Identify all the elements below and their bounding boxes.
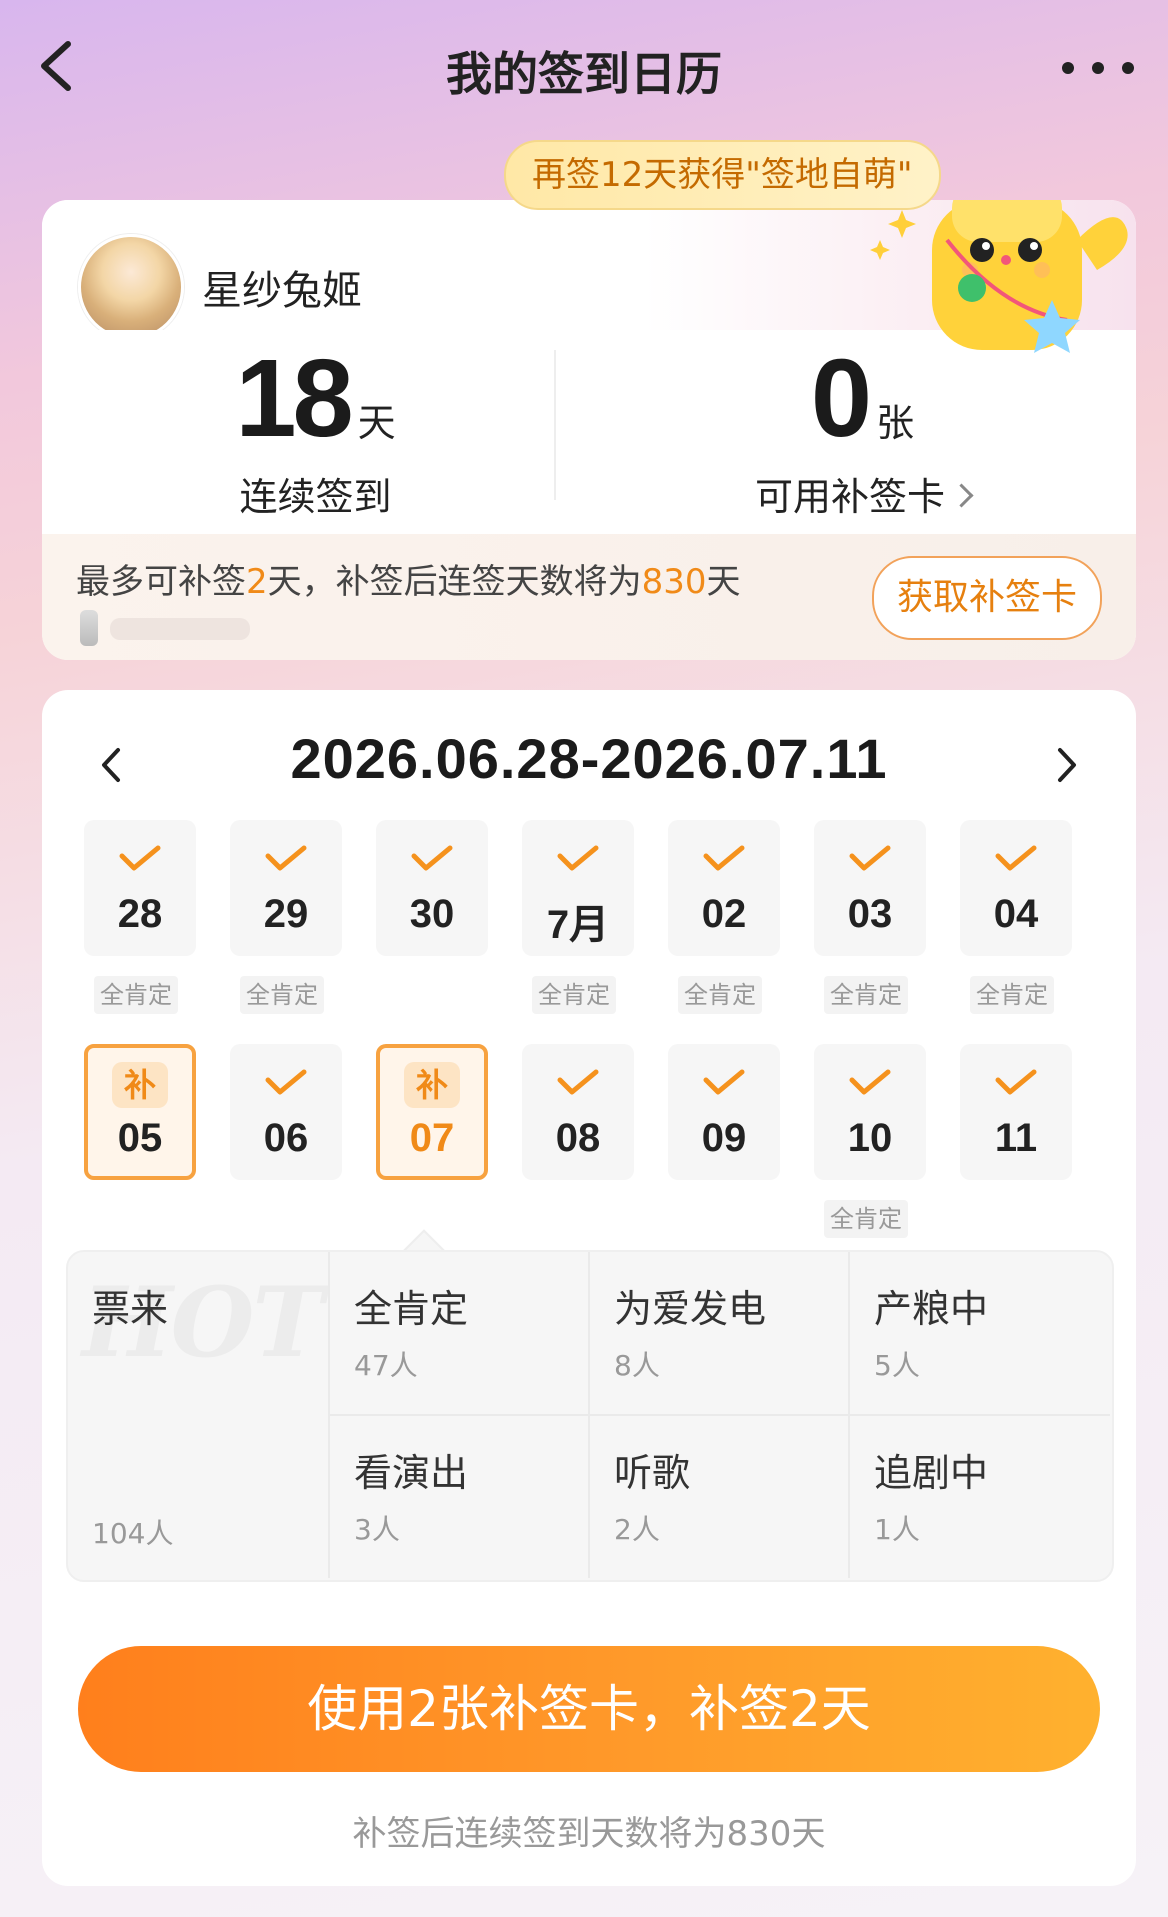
check-icon	[264, 844, 308, 872]
tag-option[interactable]: 产粮中 5人	[850, 1252, 1110, 1416]
calendar-day-makeup[interactable]: 补 07	[376, 1044, 488, 1180]
date-range: 2026.06.28-2026.07.11	[290, 727, 888, 790]
check-icon	[264, 1068, 308, 1096]
calendar-day-number: 28	[117, 892, 163, 936]
day-tag-label: 全肯定	[824, 1200, 908, 1238]
tag-name: 看演出	[354, 1451, 469, 1495]
calendar-day-checked[interactable]: 7月	[522, 820, 634, 956]
calendar-day-number: 02	[701, 892, 747, 936]
top-nav: 我的签到日历	[0, 0, 1168, 140]
check-icon	[118, 844, 162, 872]
stats-divider	[554, 350, 556, 500]
tag-option[interactable]: 为爱发电 8人	[590, 1252, 850, 1416]
tag-count: 8人	[614, 1349, 660, 1382]
calendar-day-checked[interactable]: 04	[960, 820, 1072, 956]
check-icon	[994, 1068, 1038, 1096]
tag-panel: HOT 票来 104人 全肯定 47人 为爱发电 8人 产粮中 5人 看演出 3人 听歌 2人 追剧中 1…	[66, 1250, 1114, 1582]
streak-days-value: 18	[235, 337, 353, 460]
tag-option[interactable]: 追剧中 1人	[850, 1416, 1110, 1578]
cta-note: 补签后连续签到天数将为830天	[352, 1814, 826, 1854]
day-tag-label: 全肯定	[970, 976, 1054, 1014]
calendar-day-number: 05	[117, 1116, 163, 1160]
makeup-card-stat[interactable]: 0张 可用补签卡	[589, 344, 1136, 521]
calendar-day-checked[interactable]: 09	[668, 1044, 780, 1180]
calendar-day-checked[interactable]: 29	[230, 820, 342, 956]
more-icon[interactable]	[1058, 40, 1138, 90]
chevron-right-icon	[949, 483, 974, 508]
day-tag-label: 全肯定	[532, 976, 616, 1014]
tag-option[interactable]: 票来 104人	[68, 1252, 330, 1578]
tag-name: 听歌	[614, 1451, 691, 1495]
check-icon	[848, 844, 892, 872]
check-icon	[556, 844, 600, 872]
tag-name: 追剧中	[874, 1451, 989, 1495]
streak-days-unit: 天	[357, 401, 396, 445]
calendar-day-number: 09	[701, 1116, 747, 1160]
blurred-item	[80, 610, 250, 646]
calendar-day-number: 07	[409, 1116, 455, 1160]
calendar-day-number: 30	[409, 892, 455, 936]
calendar-day-checked[interactable]: 03	[814, 820, 926, 956]
makeup-badge: 补	[404, 1062, 460, 1108]
calendar-day-checked[interactable]: 10	[814, 1044, 926, 1180]
profile-card: 星纱兔姬 18 天 连续签到 0张 可用补签卡 最多可补签2天，补签后连签天数将…	[42, 200, 1136, 660]
streak-stat: 18 天 连续签到	[42, 344, 589, 521]
page-title: 我的签到日历	[446, 47, 722, 101]
day-tag-label: 全肯定	[240, 976, 324, 1014]
check-icon	[702, 1068, 746, 1096]
streak-label: 连续签到	[239, 475, 392, 519]
day-tag-label: 全肯定	[824, 976, 908, 1014]
tag-option[interactable]: 全肯定 47人	[330, 1252, 590, 1416]
tag-count: 2人	[614, 1513, 660, 1546]
calendar-card: 2026.06.28-2026.07.11 28 全肯定 29 全肯定 30 7月全肯定 0…	[42, 690, 1136, 1886]
tag-name: 为爱发电	[614, 1287, 767, 1331]
tag-option[interactable]: 听歌 2人	[590, 1416, 850, 1578]
calendar-day-number: 10	[847, 1116, 893, 1160]
tag-option[interactable]: 看演出 3人	[330, 1416, 590, 1578]
tag-count: 3人	[354, 1513, 400, 1546]
calendar-day-number: 06	[263, 1116, 309, 1160]
makeup-card-unit: 张	[876, 401, 915, 445]
calendar-day-number: 7月	[546, 903, 610, 947]
makeup-card-label: 可用补签卡	[754, 475, 945, 519]
calendar-day-number: 08	[555, 1116, 601, 1160]
check-icon	[410, 844, 454, 872]
chevron-right-icon[interactable]	[1040, 740, 1090, 790]
makeup-badge: 补	[112, 1062, 168, 1108]
tag-name: 全肯定	[354, 1287, 469, 1331]
calendar-day-checked[interactable]: 08	[522, 1044, 634, 1180]
check-icon	[848, 1068, 892, 1096]
reward-promo-pill: 再签12天获得"签地自萌"	[504, 140, 941, 210]
makeup-card-count: 0	[810, 337, 872, 460]
calendar-day-checked[interactable]: 30	[376, 820, 488, 956]
use-makeup-card-button[interactable]: 使用2张补签卡，补签2天	[78, 1646, 1100, 1772]
calendar-day-checked[interactable]: 02	[668, 820, 780, 956]
tag-name: 产粮中	[874, 1287, 989, 1331]
username: 星纱兔姬	[202, 268, 362, 314]
check-icon	[994, 844, 1038, 872]
check-icon	[556, 1068, 600, 1096]
day-tag-label: 全肯定	[678, 976, 762, 1014]
makeup-info-strip: 最多可补签2天，补签后连签天数将为830天 获取补签卡	[42, 534, 1136, 660]
tag-count: 5人	[874, 1349, 920, 1382]
mascot-illustration	[870, 200, 1128, 353]
calendar-day-number: 29	[263, 892, 309, 936]
calendar-day-makeup[interactable]: 补 05	[84, 1044, 196, 1180]
calendar-header: 2026.06.28-2026.07.11	[42, 720, 1136, 810]
tag-count: 104人	[92, 1517, 174, 1550]
tag-count: 1人	[874, 1513, 920, 1546]
day-tag-label: 全肯定	[94, 976, 178, 1014]
tag-name: 票来	[92, 1287, 169, 1331]
tag-count: 47人	[354, 1349, 418, 1382]
calendar-day-checked[interactable]: 06	[230, 1044, 342, 1180]
makeup-info-text: 最多可补签2天，补签后连签天数将为830天	[76, 562, 741, 602]
calendar-day-checked[interactable]: 11	[960, 1044, 1072, 1180]
get-makeup-card-button[interactable]: 获取补签卡	[872, 556, 1102, 640]
check-icon	[702, 844, 746, 872]
calendar-day-checked[interactable]: 28	[84, 820, 196, 956]
calendar-day-number: 03	[847, 892, 893, 936]
calendar-day-number: 04	[993, 892, 1039, 936]
avatar[interactable]	[78, 234, 184, 340]
calendar-day-number: 11	[994, 1116, 1038, 1160]
